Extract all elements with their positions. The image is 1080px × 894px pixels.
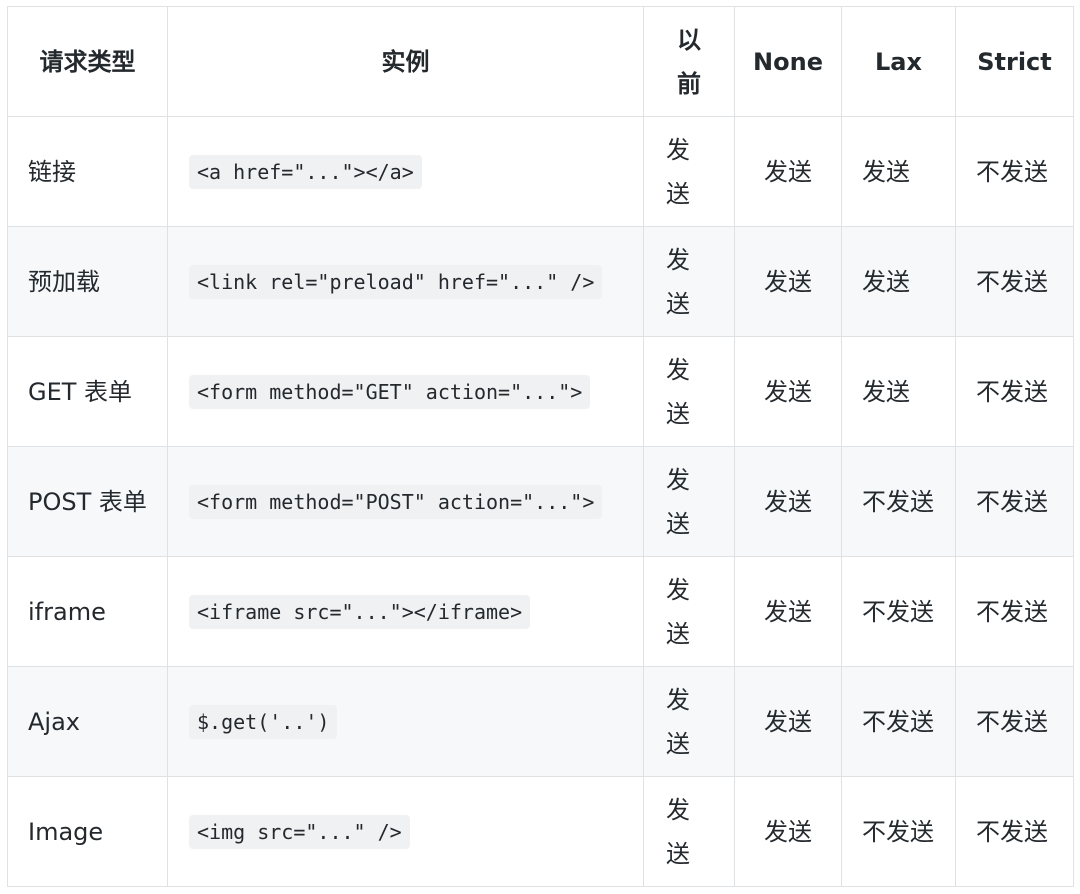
cell-before: 发送 xyxy=(643,446,735,557)
cell-strict: 不发送 xyxy=(955,666,1074,777)
cell-before: 发送 xyxy=(643,226,735,337)
code-snippet: <form method="GET" action="..."> xyxy=(189,375,591,409)
cell-request-type: Ajax xyxy=(7,666,168,777)
cell-before: 发送 xyxy=(643,666,735,777)
cell-lax: 不发送 xyxy=(841,556,956,667)
cell-before: 发送 xyxy=(643,336,735,447)
header-lax: Lax xyxy=(841,6,956,117)
cell-request-type: GET 表单 xyxy=(7,336,168,447)
cell-none: 发送 xyxy=(734,336,842,447)
cell-none: 发送 xyxy=(734,556,842,667)
cell-example: $.get('..') xyxy=(167,666,644,777)
cell-strict: 不发送 xyxy=(955,226,1074,337)
header-before: 以前 xyxy=(643,6,735,117)
table-row: GET 表单 <form method="GET" action="..."> … xyxy=(7,336,1074,447)
cell-before: 发送 xyxy=(643,116,735,227)
code-snippet: <iframe src="..."></iframe> xyxy=(189,595,531,629)
cell-before: 发送 xyxy=(643,556,735,667)
cell-none: 发送 xyxy=(734,226,842,337)
table-row: 预加载 <link rel="preload" href="..." /> 发送… xyxy=(7,226,1074,337)
table-row: Ajax $.get('..') 发送 发送 不发送 不发送 xyxy=(7,666,1074,777)
cell-request-type: POST 表单 xyxy=(7,446,168,557)
header-example: 实例 xyxy=(167,6,644,117)
cell-request-type: Image xyxy=(7,776,168,887)
header-none: None xyxy=(734,6,842,117)
table-row: iframe <iframe src="..."></iframe> 发送 发送… xyxy=(7,556,1074,667)
cell-example: <link rel="preload" href="..." /> xyxy=(167,226,644,337)
cell-request-type: iframe xyxy=(7,556,168,667)
cell-none: 发送 xyxy=(734,116,842,227)
table-row: POST 表单 <form method="POST" action="..."… xyxy=(7,446,1074,557)
cell-example: <form method="GET" action="..."> xyxy=(167,336,644,447)
cell-example: <a href="..."></a> xyxy=(167,116,644,227)
cell-request-type: 链接 xyxy=(7,116,168,227)
code-snippet: <img src="..." /> xyxy=(189,815,410,849)
code-snippet: <link rel="preload" href="..." /> xyxy=(189,265,603,299)
cell-strict: 不发送 xyxy=(955,336,1074,447)
cell-example: <iframe src="..."></iframe> xyxy=(167,556,644,667)
cell-strict: 不发送 xyxy=(955,116,1074,227)
table-header-row: 请求类型 实例 以前 None Lax Strict xyxy=(7,6,1074,117)
header-request-type: 请求类型 xyxy=(7,6,168,117)
code-snippet: <form method="POST" action="..."> xyxy=(189,485,603,519)
cell-request-type: 预加载 xyxy=(7,226,168,337)
code-snippet: <a href="..."></a> xyxy=(189,155,422,189)
cell-example: <img src="..." /> xyxy=(167,776,644,887)
cell-strict: 不发送 xyxy=(955,446,1074,557)
cell-before: 发送 xyxy=(643,776,735,887)
cell-lax: 发送 xyxy=(841,336,956,447)
cell-lax: 发送 xyxy=(841,116,956,227)
cell-lax: 不发送 xyxy=(841,666,956,777)
cell-example: <form method="POST" action="..."> xyxy=(167,446,644,557)
cell-lax: 不发送 xyxy=(841,776,956,887)
cell-none: 发送 xyxy=(734,446,842,557)
cell-none: 发送 xyxy=(734,666,842,777)
samesite-comparison-table: 请求类型 实例 以前 None Lax Strict 链接 <a href=".… xyxy=(7,6,1074,887)
cell-strict: 不发送 xyxy=(955,556,1074,667)
cell-lax: 不发送 xyxy=(841,446,956,557)
cell-none: 发送 xyxy=(734,776,842,887)
cell-strict: 不发送 xyxy=(955,776,1074,887)
table-row: Image <img src="..." /> 发送 发送 不发送 不发送 xyxy=(7,776,1074,887)
code-snippet: $.get('..') xyxy=(189,705,338,739)
table-row: 链接 <a href="..."></a> 发送 发送 发送 不发送 xyxy=(7,116,1074,227)
header-strict: Strict xyxy=(955,6,1074,117)
cell-lax: 发送 xyxy=(841,226,956,337)
